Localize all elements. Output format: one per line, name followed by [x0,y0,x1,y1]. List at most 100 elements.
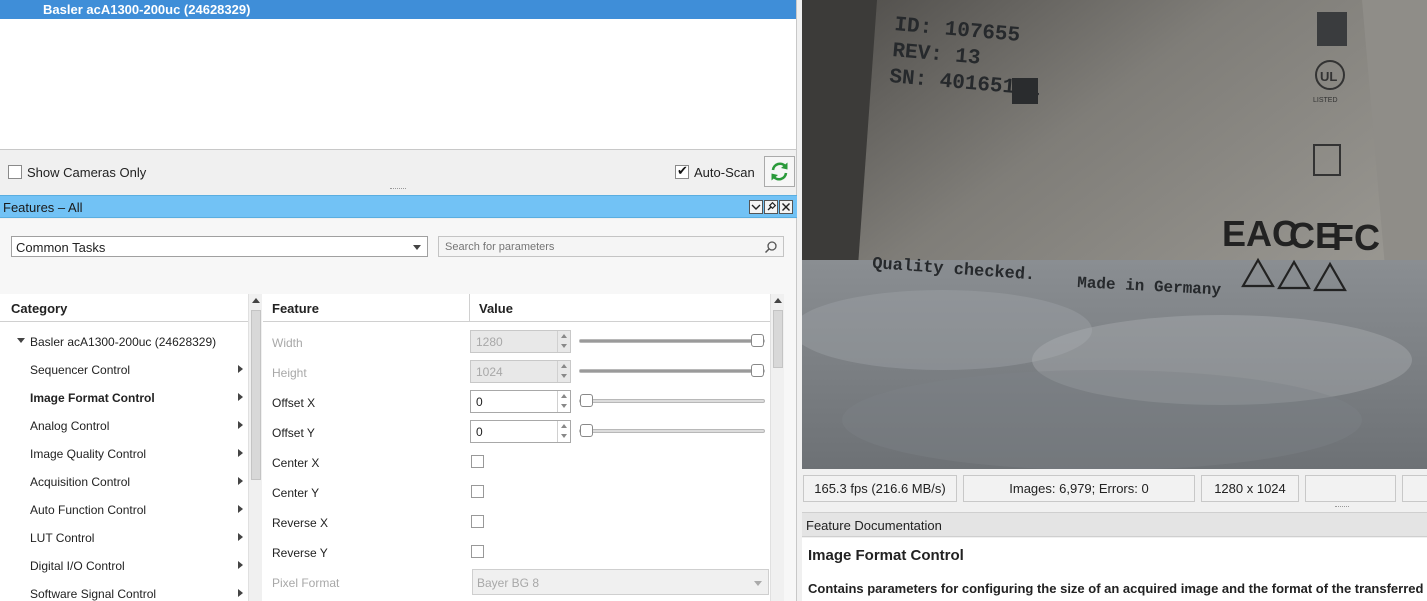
features-panel-body: Common Tasks Category Basler acA1300-200… [0,219,796,601]
value-column-header: Value [479,301,513,316]
spin-arrows[interactable] [557,331,570,352]
status-cell-empty [1305,475,1396,502]
status-images: Images: 6,979; Errors: 0 [963,475,1195,502]
spin-arrows[interactable] [557,361,570,382]
chevron-right-icon[interactable] [238,393,243,401]
category-auto-function-control[interactable]: Auto Function Control [30,503,146,517]
reverse-y-checkbox[interactable] [471,545,484,558]
feature-offset-y-label: Offset Y [272,426,315,440]
documentation-body: Image Format Control Contains parameters… [802,538,1427,601]
chevron-down-icon [751,204,761,210]
offset-y-value: 0 [476,425,483,439]
show-cameras-only-label: Show Cameras Only [27,165,147,180]
camera-image-view[interactable]: ID: 107655 REV: 13 SN: 40165161 Quality … [802,0,1427,469]
category-analog-control[interactable]: Analog Control [30,419,109,433]
show-cameras-only-checkbox[interactable] [8,165,22,179]
divider [263,321,770,322]
offset-x-value: 0 [476,395,483,409]
feature-column-header: Feature [272,301,319,316]
offset-y-spinbox[interactable]: 0 [470,420,571,443]
chevron-down-icon [413,245,421,250]
scrollbar-thumb[interactable] [251,310,261,480]
spin-arrows[interactable] [557,421,570,442]
right-pane: ID: 107655 REV: 13 SN: 40165161 Quality … [802,0,1427,601]
scroll-up-icon[interactable] [252,298,260,303]
scrollbar-thumb[interactable] [773,310,783,368]
slider-handle[interactable] [580,424,593,437]
panel-menu-button[interactable] [749,200,763,214]
height-spinbox[interactable]: 1024 [470,360,571,383]
panel-pin-button[interactable] [764,200,778,214]
feature-reverse-x-label: Reverse X [272,516,329,530]
center-x-checkbox[interactable] [471,455,484,468]
eac-mark: EAC [1222,213,1298,254]
feature-offset-x-label: Offset X [272,396,316,410]
slider-handle[interactable] [580,394,593,407]
qr-code [1317,12,1347,46]
feature-pixel-format-label: Pixel Format [272,576,340,590]
width-spinbox[interactable]: 1280 [470,330,571,353]
search-box[interactable] [438,236,784,257]
documentation-title: Image Format Control [808,547,964,564]
svg-text:LISTED: LISTED [1313,97,1338,104]
category-software-signal-control[interactable]: Software Signal Control [30,587,156,601]
feature-height-label: Height [272,366,307,380]
category-lut-control[interactable]: LUT Control [30,531,94,545]
feature-scrollbar[interactable] [770,294,784,601]
chevron-right-icon[interactable] [238,533,243,541]
svg-text:UL: UL [1320,69,1337,84]
scroll-up-icon[interactable] [774,298,782,303]
chevron-right-icon[interactable] [238,477,243,485]
category-image-quality-control[interactable]: Image Quality Control [30,447,146,461]
task-select-value: Common Tasks [16,240,106,255]
category-root[interactable]: Basler acA1300-200uc (24628329) [30,335,216,349]
chevron-right-icon[interactable] [238,365,243,373]
auto-scan-checkbox[interactable] [675,163,689,179]
divider [0,321,248,322]
category-panel: Category Basler acA1300-200uc (24628329)… [0,294,263,601]
chevron-right-icon[interactable] [238,505,243,513]
status-cell-empty [1402,475,1427,502]
close-icon [782,203,790,211]
chevron-right-icon[interactable] [238,561,243,569]
center-y-checkbox[interactable] [471,485,484,498]
refresh-button[interactable] [764,156,795,187]
category-image-format-control[interactable]: Image Format Control [30,391,155,405]
splitter-handle[interactable] [390,188,406,191]
chevron-right-icon[interactable] [238,421,243,429]
chevron-right-icon[interactable] [238,449,243,457]
category-scrollbar[interactable] [248,294,262,601]
feature-center-y-label: Center Y [272,486,320,500]
pixel-format-select[interactable]: Bayer BG 8 [472,569,769,595]
auto-scan-label: Auto-Scan [694,165,755,180]
fc-mark: FC [1332,217,1380,258]
category-acquisition-control[interactable]: Acquisition Control [30,475,130,489]
slider-handle[interactable] [751,364,764,377]
reverse-x-checkbox[interactable] [471,515,484,528]
features-panel-header: Features – All [0,195,797,218]
feature-panel: Feature Value Width 1280 Height 1024 Off… [263,294,784,601]
width-slider[interactable] [579,334,765,347]
splitter-handle[interactable] [1335,506,1349,508]
height-slider[interactable] [579,364,765,377]
divider [469,294,470,321]
spin-arrows[interactable] [557,391,570,412]
device-row-selected[interactable]: Basler acA1300-200uc (24628329) [0,0,796,19]
offset-x-slider[interactable] [579,394,765,407]
chevron-right-icon[interactable] [238,589,243,597]
search-icon [764,241,777,254]
slider-handle[interactable] [751,334,764,347]
documentation-header: Feature Documentation [802,512,1427,537]
features-panel-title: Features – All [3,200,83,215]
tree-expand-icon[interactable] [17,338,25,343]
task-select[interactable]: Common Tasks [11,236,428,257]
category-digital-io-control[interactable]: Digital I/O Control [30,559,125,573]
search-input[interactable] [445,239,755,255]
chevron-down-icon [754,581,762,586]
offset-x-spinbox[interactable]: 0 [470,390,571,413]
panel-close-button[interactable] [779,200,793,214]
category-sequencer-control[interactable]: Sequencer Control [30,363,130,377]
offset-y-slider[interactable] [579,424,765,437]
camera-image: ID: 107655 REV: 13 SN: 40165161 Quality … [802,0,1427,469]
status-bar: 165.3 fps (216.6 MB/s) Images: 6,979; Er… [802,475,1427,503]
